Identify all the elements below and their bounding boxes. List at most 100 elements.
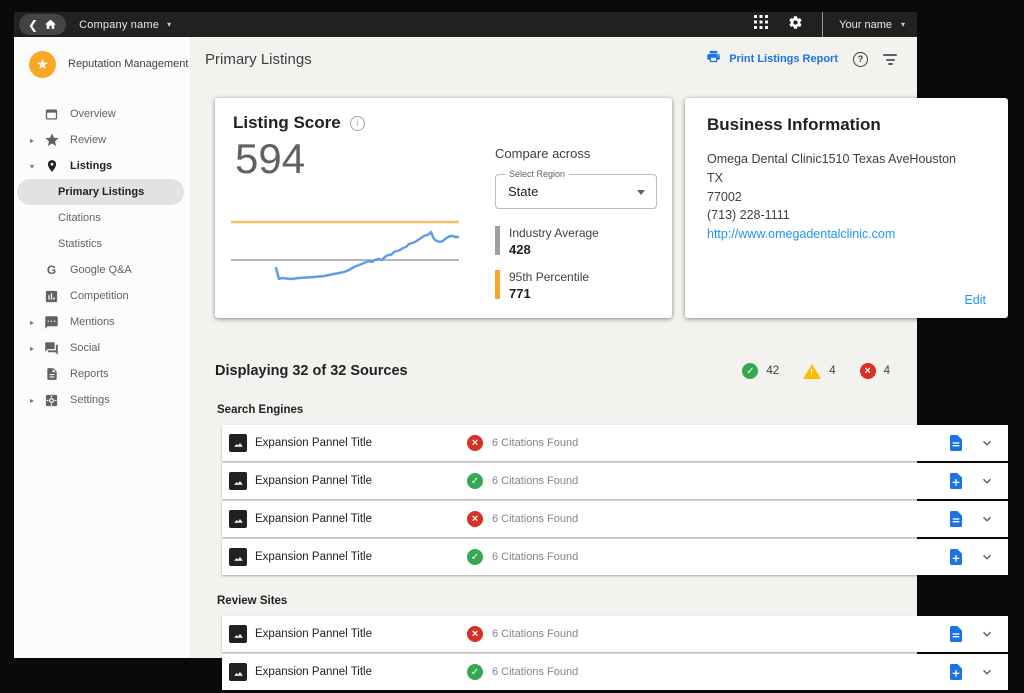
document-icon [43, 366, 60, 383]
business-website-link[interactable]: http://www.omegadentalclinic.com [707, 225, 986, 244]
home-nav-pill[interactable]: ❮ [19, 14, 66, 35]
sidebar-item-citations[interactable]: Citations [14, 205, 190, 231]
expansion-panel[interactable]: Expansion Pannel Title 6 Citations Found [222, 501, 1008, 537]
print-label: Print Listings Report [729, 53, 838, 65]
edit-button[interactable]: Edit [964, 293, 986, 307]
settings-box-icon [43, 392, 60, 409]
citations-count: 6 Citations Found [492, 475, 578, 487]
expand-arrow-icon[interactable]: ▸ [30, 136, 34, 145]
sidebar: ★ Reputation Management Overview ▸ Revie… [14, 37, 190, 658]
panel-title: Expansion Pannel Title [255, 475, 467, 487]
place-pin-icon [43, 158, 60, 175]
settings-button[interactable] [778, 12, 812, 37]
citations-count: 6 Citations Found [492, 513, 578, 525]
help-icon[interactable]: ? [853, 52, 868, 67]
citations-count: 6 Citations Found [492, 551, 578, 563]
panel-title: Expansion Pannel Title [255, 513, 467, 525]
sources-header: Displaying 32 of 32 Sources ✓ 42 4 × 4 [215, 363, 890, 379]
sidebar-nav: Overview ▸ Review ▾ Listings Primary Lis… [14, 101, 190, 413]
home-icon[interactable] [44, 18, 57, 31]
citation-doc-icon[interactable] [948, 548, 964, 566]
citation-doc-icon[interactable] [948, 663, 964, 681]
listing-score-card: Listing Score i 594 Compare across Selec… [215, 98, 672, 318]
chevron-down-icon[interactable] [980, 512, 994, 526]
image-icon [229, 510, 247, 528]
sidebar-item-listings[interactable]: ▾ Listings [14, 153, 190, 179]
legend-color-bar [495, 270, 500, 299]
print-listings-report-button[interactable]: Print Listings Report [706, 49, 838, 69]
section-label-review-sites: Review Sites [217, 595, 287, 607]
caret-down-icon [637, 190, 645, 195]
apps-grid-icon [754, 15, 768, 34]
business-information-card: Business Information Omega Dental Clinic… [685, 98, 1008, 318]
status-icon [467, 435, 483, 451]
image-icon [229, 472, 247, 490]
business-address-line: Omega Dental Clinic1510 Texas AveHouston [707, 150, 986, 169]
apps-grid-button[interactable] [744, 12, 778, 37]
sidebar-item-primary-listings[interactable]: Primary Listings [17, 179, 184, 205]
poll-chart-icon [43, 288, 60, 305]
caret-down-icon: ▾ [167, 20, 171, 29]
chat-bubble-icon [43, 314, 60, 331]
chevron-down-icon[interactable] [980, 474, 994, 488]
warning-triangle-icon [803, 364, 821, 379]
x-circle-icon: × [860, 363, 876, 379]
business-address-line: TX [707, 169, 986, 188]
region-select[interactable]: Select Region State [495, 174, 657, 209]
listing-score-chart [229, 215, 461, 297]
status-icon [467, 626, 483, 642]
expand-arrow-icon[interactable]: ▾ [30, 162, 34, 171]
user-dropdown[interactable]: Your name ▾ [823, 19, 917, 31]
sidebar-item-statistics[interactable]: Statistics [14, 231, 190, 257]
compare-across-label: Compare across [495, 146, 657, 161]
error-count-badge: × 4 [860, 363, 890, 379]
expand-arrow-icon[interactable]: ▸ [30, 344, 34, 353]
citations-count: 6 Citations Found [492, 666, 578, 678]
listing-score-value: 594 [235, 135, 305, 183]
sidebar-item-settings[interactable]: ▸ Settings [14, 387, 190, 413]
expansion-panel[interactable]: Expansion Pannel Title 6 Citations Found [222, 463, 1008, 499]
page-title: Primary Listings [205, 51, 312, 68]
chevron-down-icon[interactable] [980, 436, 994, 450]
legend-95th-percentile: 95th Percentile 771 [495, 270, 657, 301]
legend-color-bar [495, 226, 500, 255]
sidebar-item-review[interactable]: ▸ Review [14, 127, 190, 153]
image-icon [229, 548, 247, 566]
company-dropdown[interactable]: Company name ▾ [79, 19, 171, 31]
top-bar: ❮ Company name ▾ Your name ▾ [14, 12, 917, 37]
expansion-panel[interactable]: Expansion Pannel Title 6 Citations Found [222, 425, 1008, 461]
citation-doc-icon[interactable] [948, 472, 964, 490]
expand-arrow-icon[interactable]: ▸ [30, 318, 34, 327]
expansion-panel[interactable]: Expansion Pannel Title 6 Citations Found [222, 539, 1008, 575]
chevron-down-icon[interactable] [980, 627, 994, 641]
sidebar-item-competition[interactable]: Competition [14, 283, 190, 309]
sidebar-item-google-qa[interactable]: G Google Q&A [14, 257, 190, 283]
image-icon [229, 434, 247, 452]
expand-arrow-icon[interactable]: ▸ [30, 396, 34, 405]
citation-doc-icon[interactable] [948, 625, 964, 643]
gear-icon [788, 15, 803, 35]
user-name: Your name [839, 19, 892, 31]
company-name: Company name [79, 19, 159, 31]
citation-doc-icon[interactable] [948, 510, 964, 528]
region-select-value: State [496, 175, 656, 208]
status-icon [467, 511, 483, 527]
star-avatar: ★ [29, 51, 56, 78]
overview-icon [43, 106, 60, 123]
filter-icon[interactable] [883, 51, 897, 68]
info-icon[interactable]: i [350, 116, 365, 131]
section-label-search-engines: Search Engines [217, 404, 303, 416]
chevron-down-icon[interactable] [980, 550, 994, 564]
citation-doc-icon[interactable] [948, 434, 964, 452]
chevron-down-icon[interactable] [980, 665, 994, 679]
status-icon [467, 549, 483, 565]
business-address-line: 77002 [707, 188, 986, 207]
expansion-panel[interactable]: Expansion Pannel Title 6 Citations Found [222, 616, 1008, 652]
sidebar-item-overview[interactable]: Overview [14, 101, 190, 127]
expansion-panel[interactable]: Expansion Pannel Title 6 Citations Found [222, 654, 1008, 690]
star-icon: ★ [36, 56, 49, 73]
sidebar-item-reports[interactable]: Reports [14, 361, 190, 387]
back-icon[interactable]: ❮ [28, 19, 38, 31]
sidebar-item-social[interactable]: ▸ Social [14, 335, 190, 361]
sidebar-item-mentions[interactable]: ▸ Mentions [14, 309, 190, 335]
